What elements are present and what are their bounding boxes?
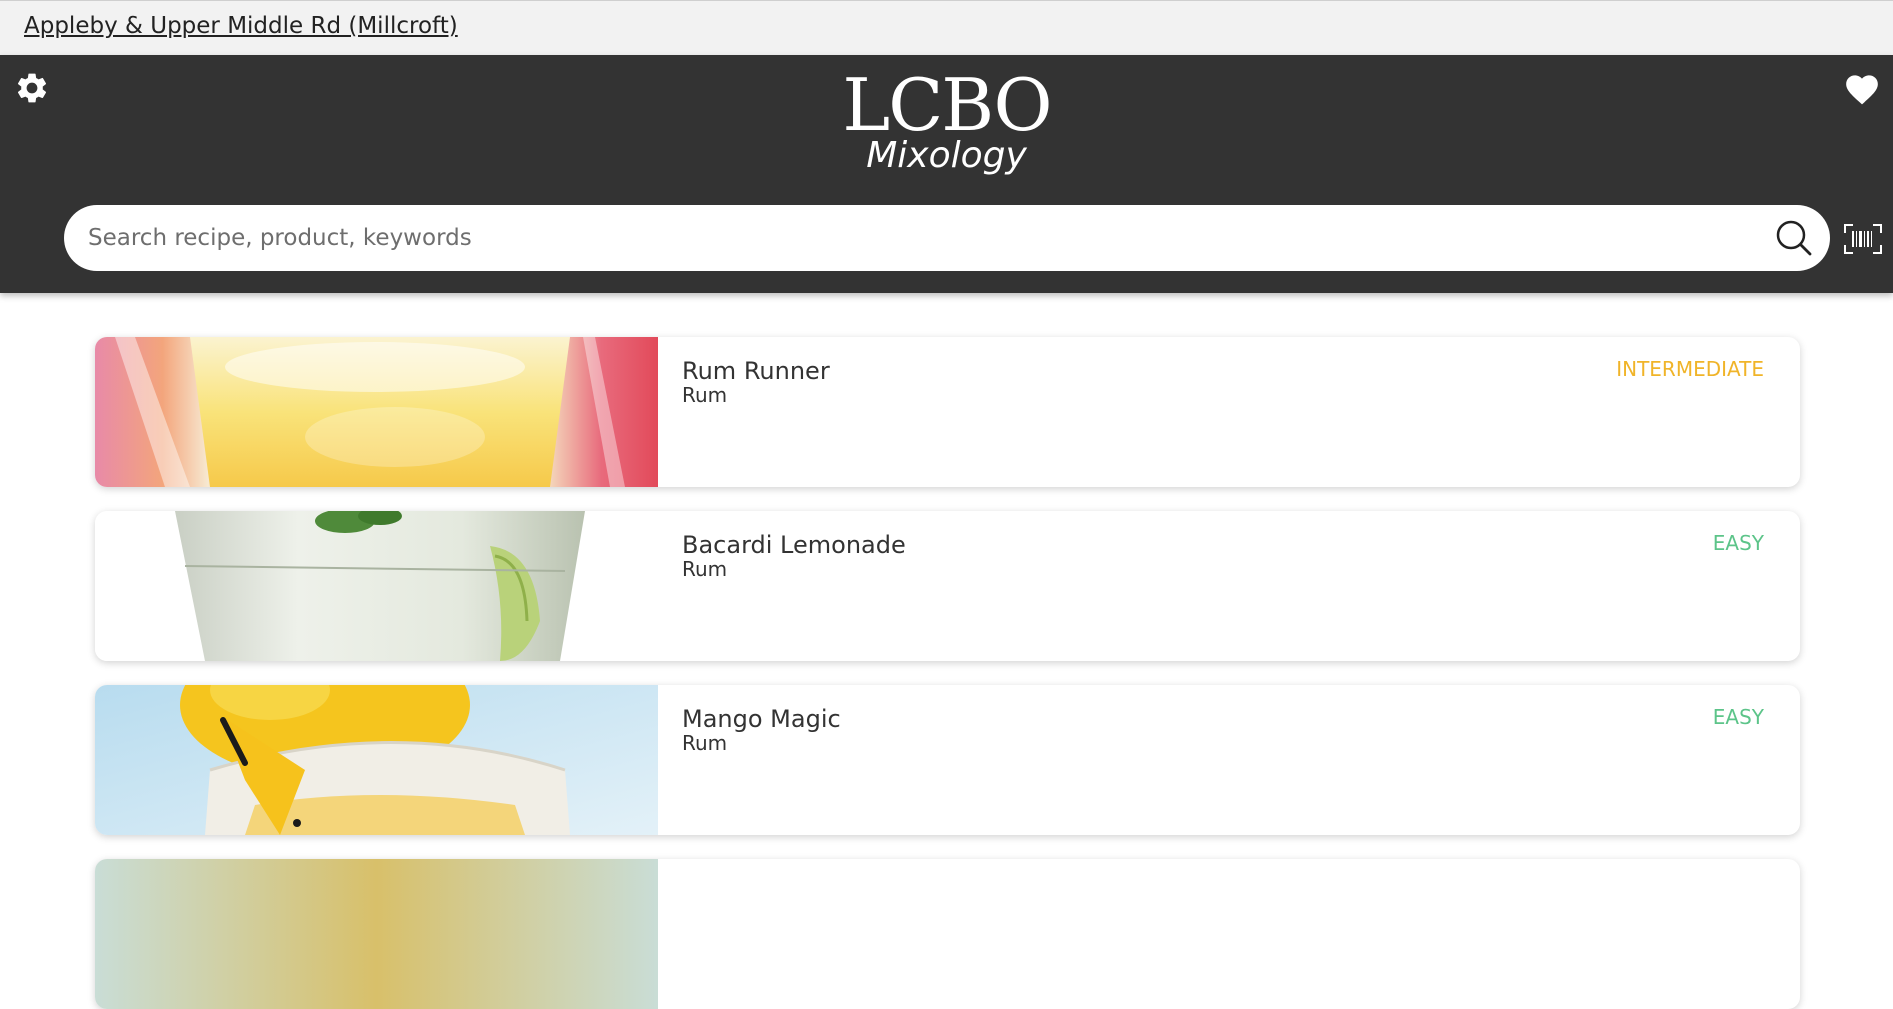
barcode-scan-icon[interactable] — [1844, 224, 1882, 254]
lcbo-logo: LCBO — [842, 63, 1052, 147]
recipe-card[interactable]: Mango Magic Rum EASY — [95, 685, 1800, 835]
heart-icon[interactable] — [1843, 70, 1881, 106]
recipe-name: Rum Runner — [682, 357, 830, 385]
search-input[interactable] — [88, 205, 1748, 271]
search-bar — [64, 205, 1830, 271]
store-bar: Appleby & Upper Middle Rd (Millcroft) — [0, 0, 1893, 55]
recipe-image — [95, 859, 658, 1009]
mixology-wordmark: Mixology — [866, 135, 1027, 176]
recipe-card[interactable] — [95, 859, 1800, 1009]
recipe-category: Rum — [682, 731, 728, 755]
difficulty-badge: EASY — [1712, 705, 1764, 729]
store-location-link[interactable]: Appleby & Upper Middle Rd (Millcroft) — [24, 13, 458, 39]
difficulty-badge: EASY — [1712, 531, 1764, 555]
recipe-name: Mango Magic — [682, 705, 841, 733]
rum-runner-image — [95, 337, 658, 487]
mango-magic-image — [95, 685, 658, 835]
recipe-category: Rum — [682, 383, 728, 407]
recipe-category: Rum — [682, 557, 728, 581]
recipe-card[interactable]: Rum Runner Rum INTERMEDIATE — [95, 337, 1800, 487]
difficulty-badge: INTERMEDIATE — [1616, 357, 1764, 381]
bacardi-lemonade-image — [95, 511, 658, 661]
recipe-name: Bacardi Lemonade — [682, 531, 906, 559]
recipe-card[interactable]: Bacardi Lemonade Rum EASY — [95, 511, 1800, 661]
search-icon[interactable] — [1774, 218, 1814, 258]
